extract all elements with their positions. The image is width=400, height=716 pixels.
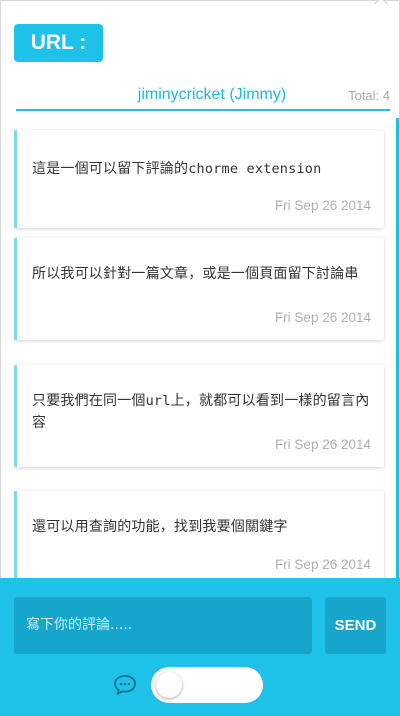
comment-text-code: chorme extension bbox=[188, 161, 322, 177]
comment-card: 只要我們在同一個url上，就都可以看到一樣的留言內容 Fri Sep 26 20… bbox=[14, 365, 384, 467]
current-user-name: jiminycricket (Jimmy) bbox=[137, 86, 287, 103]
comment-text-part: 還可以用查詢的功能，找到我要個關鍵字 bbox=[32, 519, 288, 535]
send-button[interactable]: SEND bbox=[325, 597, 386, 654]
total-count: Total: 4 bbox=[348, 88, 390, 103]
comment-card: 還可以用查詢的功能，找到我要個關鍵字 Fri Sep 26 2014 bbox=[14, 491, 384, 578]
mode-toggle[interactable] bbox=[151, 667, 263, 703]
comment-text-part: 所以我可以針對一篇文章，或是一個頁面留下討論串 bbox=[32, 266, 359, 282]
comment-date: Fri Sep 26 2014 bbox=[274, 437, 371, 452]
comment-text: 所以我可以針對一篇文章，或是一個頁面留下討論串 bbox=[32, 263, 370, 285]
comment-text: 這是一個可以留下評論的chorme extension bbox=[32, 158, 370, 180]
composer-panel: SEND bbox=[0, 578, 400, 716]
popup-arrow bbox=[373, 0, 389, 12]
comment-date: Fri Sep 26 2014 bbox=[274, 310, 371, 325]
toggle-knob[interactable] bbox=[156, 672, 182, 698]
scrollbar[interactable] bbox=[396, 118, 399, 578]
comment-text: 還可以用查詢的功能，找到我要個關鍵字 bbox=[32, 516, 370, 538]
comment-text: 只要我們在同一個url上，就都可以看到一樣的留言內容 bbox=[32, 390, 370, 434]
url-badge: URL : bbox=[14, 24, 103, 62]
header-divider bbox=[16, 109, 390, 111]
comment-input[interactable] bbox=[14, 597, 312, 654]
comment-list[interactable]: 這是一個可以留下評論的chorme extension Fri Sep 26 2… bbox=[14, 129, 386, 578]
comment-header: jiminycricket (Jimmy) Total: 4 bbox=[16, 86, 390, 108]
comment-text-part: 這是一個可以留下評論的 bbox=[32, 161, 189, 177]
comment-card: 所以我可以針對一篇文章，或是一個頁面留下討論串 Fri Sep 26 2014 bbox=[14, 238, 384, 340]
chat-bubble-icon bbox=[114, 675, 136, 695]
comment-text-part: 只要我們在同一個 bbox=[32, 393, 146, 409]
comment-date: Fri Sep 26 2014 bbox=[274, 198, 371, 213]
comment-card: 這是一個可以留下評論的chorme extension Fri Sep 26 2… bbox=[14, 130, 384, 228]
comment-text-code: url bbox=[145, 393, 171, 409]
comment-date: Fri Sep 26 2014 bbox=[274, 557, 371, 572]
